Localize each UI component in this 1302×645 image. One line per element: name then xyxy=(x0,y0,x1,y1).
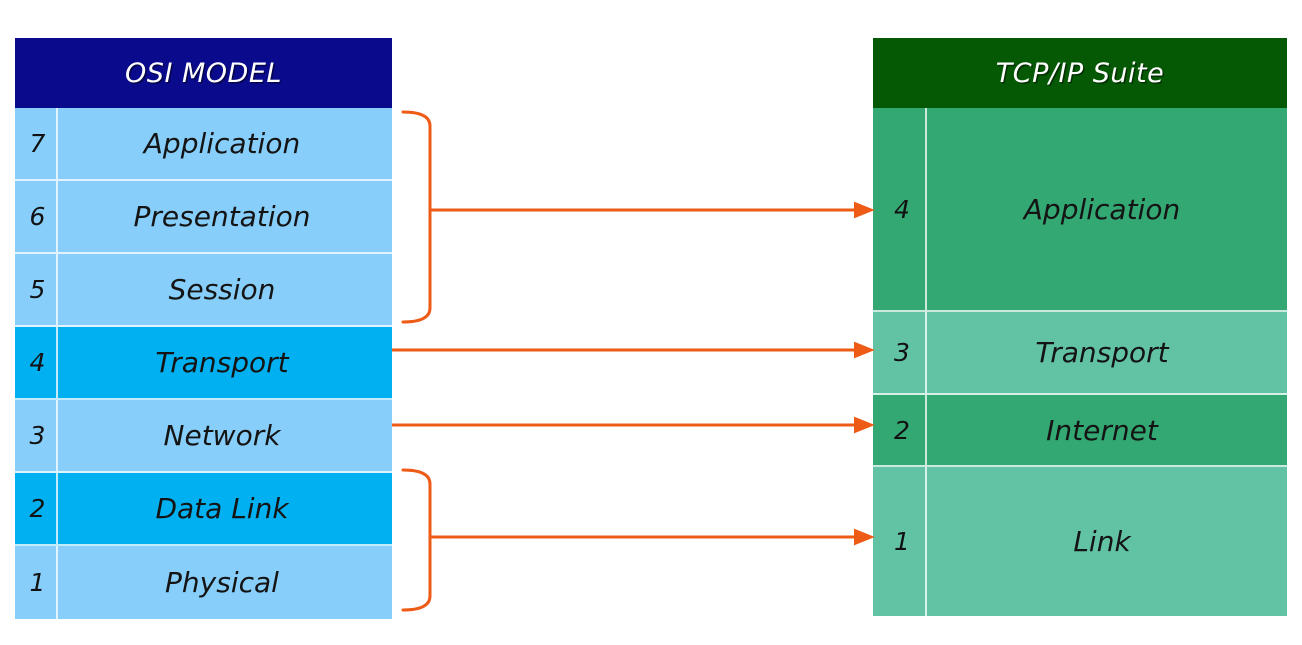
osi-layer-number: 4 xyxy=(15,327,58,398)
osi-layer-number: 2 xyxy=(15,473,58,544)
tcpip-layer-row[interactable]: 1 Link xyxy=(873,467,1287,616)
osi-layer-row[interactable]: 4 Transport xyxy=(15,327,392,400)
osi-layer-label: Session xyxy=(168,273,276,306)
tcpip-layer-label: Internet xyxy=(1046,413,1158,447)
osi-layer-label: Physical xyxy=(165,566,279,599)
osi-layer-row[interactable]: 3 Network xyxy=(15,400,392,473)
tcpip-layer-label: Application xyxy=(1023,192,1181,226)
tcpip-layer-number: 3 xyxy=(873,312,927,393)
osi-layer-number: 1 xyxy=(15,546,58,619)
tcpip-layer-row[interactable]: 4 Application xyxy=(873,108,1287,312)
osi-model-header: OSI MODEL xyxy=(15,38,392,108)
osi-layer-row[interactable]: 7 Application xyxy=(15,108,392,181)
osi-layer-row[interactable]: 1 Physical xyxy=(15,546,392,619)
tcpip-layer-number: 4 xyxy=(873,108,927,310)
tcpip-layer-number: 1 xyxy=(873,467,927,616)
tcpip-layer-row[interactable]: 2 Internet xyxy=(873,395,1287,467)
tcpip-layer-row[interactable]: 3 Transport xyxy=(873,312,1287,395)
tcpip-suite-header: TCP/IP Suite xyxy=(873,38,1287,108)
osi-layer-row[interactable]: 5 Session xyxy=(15,254,392,327)
osi-layer-number: 6 xyxy=(15,181,58,252)
osi-layer-row[interactable]: 6 Presentation xyxy=(15,181,392,254)
diagram-canvas: OSI MODEL 7 Application 6 Presentation 5 Sess… xyxy=(0,0,1302,645)
tcpip-suite-title: TCP/IP Suite xyxy=(995,57,1165,89)
osi-model-title: OSI MODEL xyxy=(125,57,282,89)
osi-layer-number: 5 xyxy=(15,254,58,325)
osi-model-stack: OSI MODEL 7 Application 6 Presentation 5 Sess… xyxy=(15,38,392,619)
osi-layer-label: Transport xyxy=(155,346,289,379)
osi-layer-number: 7 xyxy=(15,108,58,179)
connector-bracket xyxy=(401,110,432,324)
osi-layer-label: Network xyxy=(163,419,281,452)
tcpip-layer-label: Link xyxy=(1073,525,1131,558)
osi-layer-label: Presentation xyxy=(133,200,311,233)
tcpip-layer-label: Transport xyxy=(1035,336,1169,369)
tcpip-layer-number: 2 xyxy=(873,395,927,465)
osi-layer-row[interactable]: 2 Data Link xyxy=(15,473,392,546)
osi-layer-label: Application xyxy=(143,127,301,160)
osi-layer-number: 3 xyxy=(15,400,58,471)
connector-bracket xyxy=(401,468,432,612)
osi-layer-label: Data Link xyxy=(155,492,289,525)
tcpip-suite-stack: TCP/IP Suite 4 Application 3 Transport 2 Inte… xyxy=(873,38,1287,619)
